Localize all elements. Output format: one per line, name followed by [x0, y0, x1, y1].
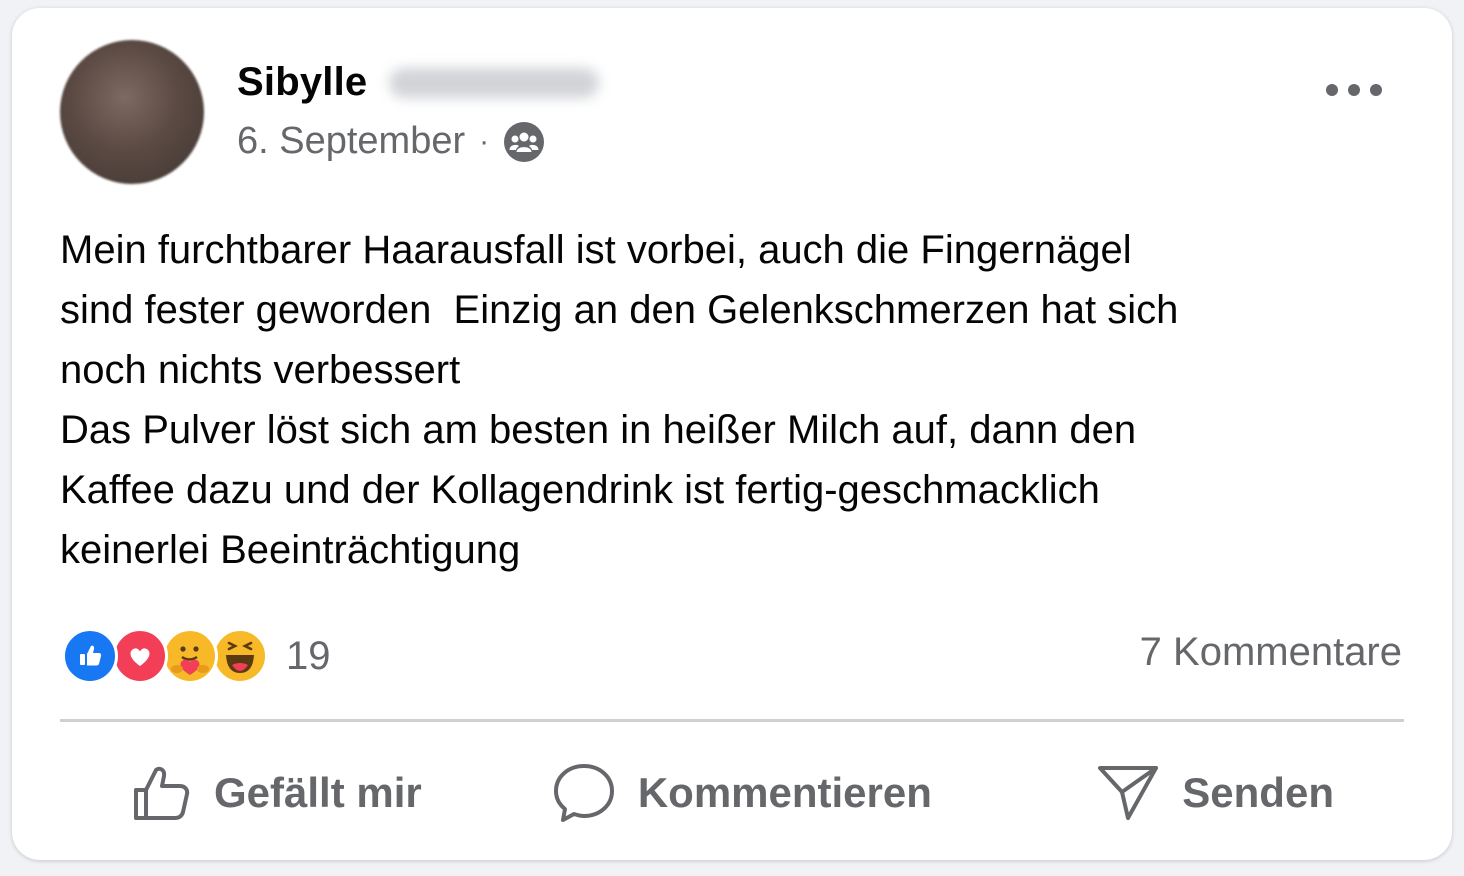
more-options-button[interactable]: [1326, 72, 1382, 108]
like-button[interactable]: Gefällt mir: [60, 748, 544, 838]
reaction-count[interactable]: 19: [286, 634, 331, 679]
comment-button[interactable]: Kommentieren: [544, 748, 939, 838]
send-icon: [1098, 766, 1159, 820]
care-reaction-icon: [162, 628, 218, 684]
post-card: Sibylle 6. September · Mein furchtbarer …: [12, 8, 1452, 860]
like-reaction-icon: [62, 628, 118, 684]
thumbs-up-icon: [134, 766, 190, 820]
author-name[interactable]: Sibylle: [237, 60, 367, 105]
reactions-summary[interactable]: 19: [62, 626, 331, 686]
post-meta: 6. September ·: [237, 120, 545, 163]
comment-button-label: Kommentieren: [637, 769, 932, 816]
haha-reaction-icon: [212, 628, 268, 684]
more-dot: [1326, 84, 1338, 96]
like-button-label: Gefällt mir: [214, 769, 422, 816]
meta-separator: ·: [479, 124, 490, 158]
love-reaction-icon: [112, 628, 168, 684]
divider: [60, 719, 1404, 722]
comments-count-link[interactable]: 7 Kommentare: [1140, 630, 1402, 675]
comment-bubble-icon: [553, 764, 614, 822]
avatar[interactable]: [60, 40, 204, 184]
post-text: Mein furchtbarer Haarausfall ist vorbei,…: [60, 228, 1179, 572]
post-date[interactable]: 6. September: [237, 120, 465, 163]
more-dot: [1370, 84, 1382, 96]
redacted-surname: [389, 67, 600, 98]
send-button[interactable]: Senden: [939, 748, 1404, 838]
more-dot: [1348, 84, 1360, 96]
author-row: Sibylle: [237, 60, 600, 105]
group-icon[interactable]: [503, 121, 545, 163]
post-actions: Gefällt mir Kommentieren Senden: [60, 748, 1404, 838]
send-button-label: Senden: [1182, 769, 1334, 816]
